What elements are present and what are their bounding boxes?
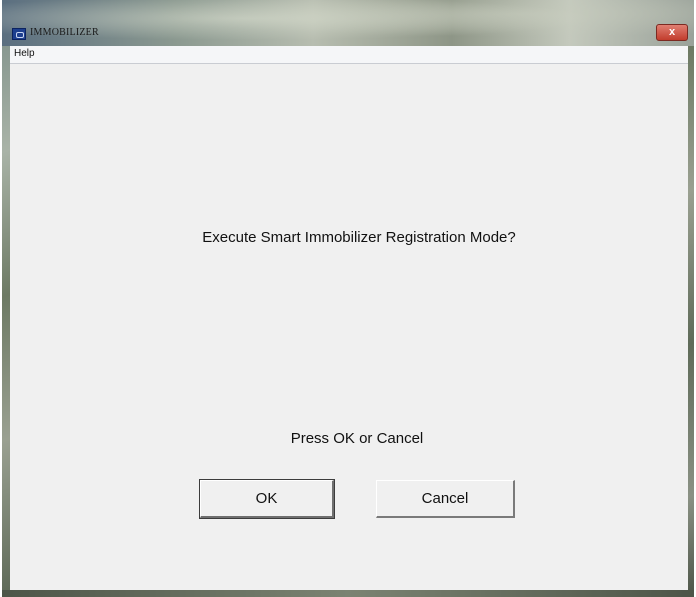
app-window: IMMOBILIZER x Help Execute Smart Immobil… <box>2 0 694 597</box>
menu-item-help[interactable]: Help <box>14 48 35 59</box>
close-button[interactable]: x <box>656 24 688 41</box>
ok-button[interactable]: OK <box>199 479 335 519</box>
cancel-button[interactable]: Cancel <box>376 480 515 518</box>
window-frame-bottom <box>2 590 694 597</box>
title-bar[interactable]: IMMOBILIZER x <box>2 0 694 46</box>
menu-bar: Help <box>10 46 688 64</box>
window-title: IMMOBILIZER <box>30 27 99 38</box>
instruction-text: Press OK or Cancel <box>290 430 424 447</box>
registration-question: Execute Smart Immobilizer Registration M… <box>202 229 516 246</box>
app-icon <box>12 28 26 40</box>
dialog-body: Execute Smart Immobilizer Registration M… <box>10 64 688 590</box>
